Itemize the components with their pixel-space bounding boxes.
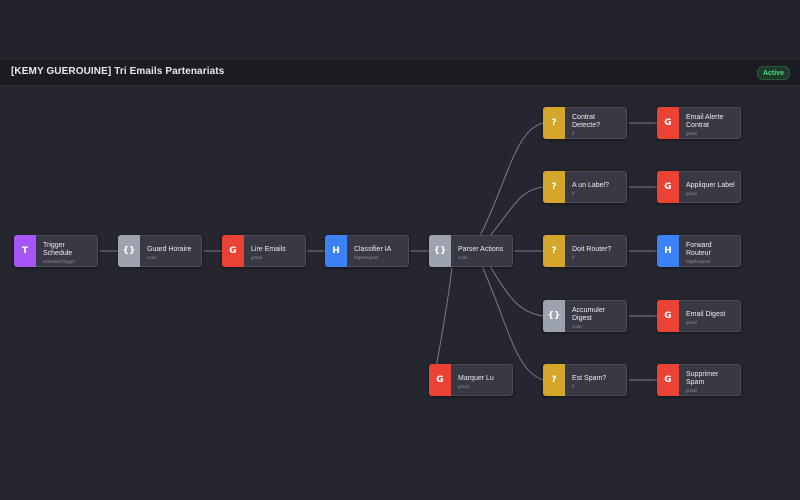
node-type: scheduleTrigger <box>43 258 76 264</box>
node-appliquer-label[interactable]: G Appliquer Label gmail <box>657 171 741 203</box>
code-icon: {} <box>429 235 451 267</box>
edge-parser-accumuler <box>489 265 544 317</box>
node-label: Doit Router? <box>572 245 612 253</box>
top-empty-area <box>0 0 800 60</box>
edge-parser-label <box>489 186 544 237</box>
node-type: gmail <box>686 190 697 196</box>
node-type: gmail <box>251 254 262 260</box>
gmail-icon: G <box>657 364 679 396</box>
if-icon: ? <box>543 171 565 203</box>
code-icon: {} <box>543 300 565 332</box>
node-type: gmail <box>686 387 697 393</box>
node-type: if <box>572 190 575 196</box>
node-label: Classifier IA <box>354 245 392 253</box>
node-type: gmail <box>686 319 697 325</box>
workflow-title: [KEMY GUEROUINE] Tri Emails Partenariats <box>11 66 225 77</box>
node-type: gmail <box>686 130 697 136</box>
node-accumuler-digest[interactable]: {} Accumuler Digest code <box>543 300 627 332</box>
node-email-alerte-contrat[interactable]: G Email Alerte Contrat gmail <box>657 107 741 139</box>
edge-parser-spam <box>481 265 544 381</box>
node-label: Contrat Detecte? <box>572 113 601 129</box>
node-type: httpRequest <box>354 254 379 260</box>
node-marquer-lu[interactable]: G Marquer Lu gmail <box>429 364 513 396</box>
node-lire-emails[interactable]: G Lire Emails gmail <box>222 235 306 267</box>
workflow-header: [KEMY GUEROUINE] Tri Emails Partenariats <box>0 60 800 86</box>
node-label: Email Digest <box>686 310 726 318</box>
node-type: if <box>572 130 575 136</box>
node-parser-actions[interactable]: {} Parser Actions code <box>429 235 513 267</box>
node-label: Trigger Schedule <box>43 241 73 257</box>
node-label: Parser Actions <box>458 245 504 253</box>
node-label: Marquer Lu <box>458 374 494 382</box>
edge-parser-marquer <box>433 266 453 380</box>
node-label: Email Alerte Contrat <box>686 113 724 129</box>
node-type: code <box>572 323 582 329</box>
edge-parser-contrat <box>479 122 544 237</box>
node-guard-horaire[interactable]: {} Guard Horaire code <box>118 235 202 267</box>
node-doit-router[interactable]: ? Doit Router? if <box>543 235 627 267</box>
gmail-icon: G <box>657 300 679 332</box>
node-trigger-schedule[interactable]: T Trigger Schedule scheduleTrigger <box>14 235 98 267</box>
http-icon: H <box>325 235 347 267</box>
node-a-un-label[interactable]: ? A un Label? if <box>543 171 627 203</box>
if-icon: ? <box>543 235 565 267</box>
node-type: code <box>147 254 157 260</box>
node-contrat-detecte[interactable]: ? Contrat Detecte? if <box>543 107 627 139</box>
status-badge[interactable]: Active <box>757 66 790 80</box>
gmail-icon: G <box>657 171 679 203</box>
node-supprimer-spam[interactable]: G Supprimer Spam gmail <box>657 364 741 396</box>
gmail-icon: G <box>429 364 451 396</box>
code-icon: {} <box>118 235 140 267</box>
node-label: Accumuler Digest <box>572 306 606 322</box>
node-label: Forward Routeur <box>686 241 712 257</box>
gmail-icon: G <box>222 235 244 267</box>
node-label: Est Spam? <box>572 374 607 382</box>
gmail-icon: G <box>657 107 679 139</box>
node-email-digest[interactable]: G Email Digest gmail <box>657 300 741 332</box>
if-icon: ? <box>543 364 565 396</box>
node-type: httpRequest <box>686 258 711 264</box>
node-label: Appliquer Label <box>686 181 735 189</box>
node-type: if <box>572 254 575 260</box>
node-type: code <box>458 254 468 260</box>
node-label: Supprimer Spam <box>686 370 719 386</box>
node-type: if <box>572 383 575 389</box>
if-icon: ? <box>543 107 565 139</box>
node-type: gmail <box>458 383 469 389</box>
node-est-spam[interactable]: ? Est Spam? if <box>543 364 627 396</box>
node-label: A un Label? <box>572 181 609 189</box>
trigger-icon: T <box>14 235 36 267</box>
http-icon: H <box>657 235 679 267</box>
node-label: Guard Horaire <box>147 245 192 253</box>
node-classifier-ia[interactable]: H Classifier IA httpRequest <box>325 235 409 267</box>
node-label: Lire Emails <box>251 245 286 253</box>
node-forward-routeur[interactable]: H Forward Routeur httpRequest <box>657 235 741 267</box>
